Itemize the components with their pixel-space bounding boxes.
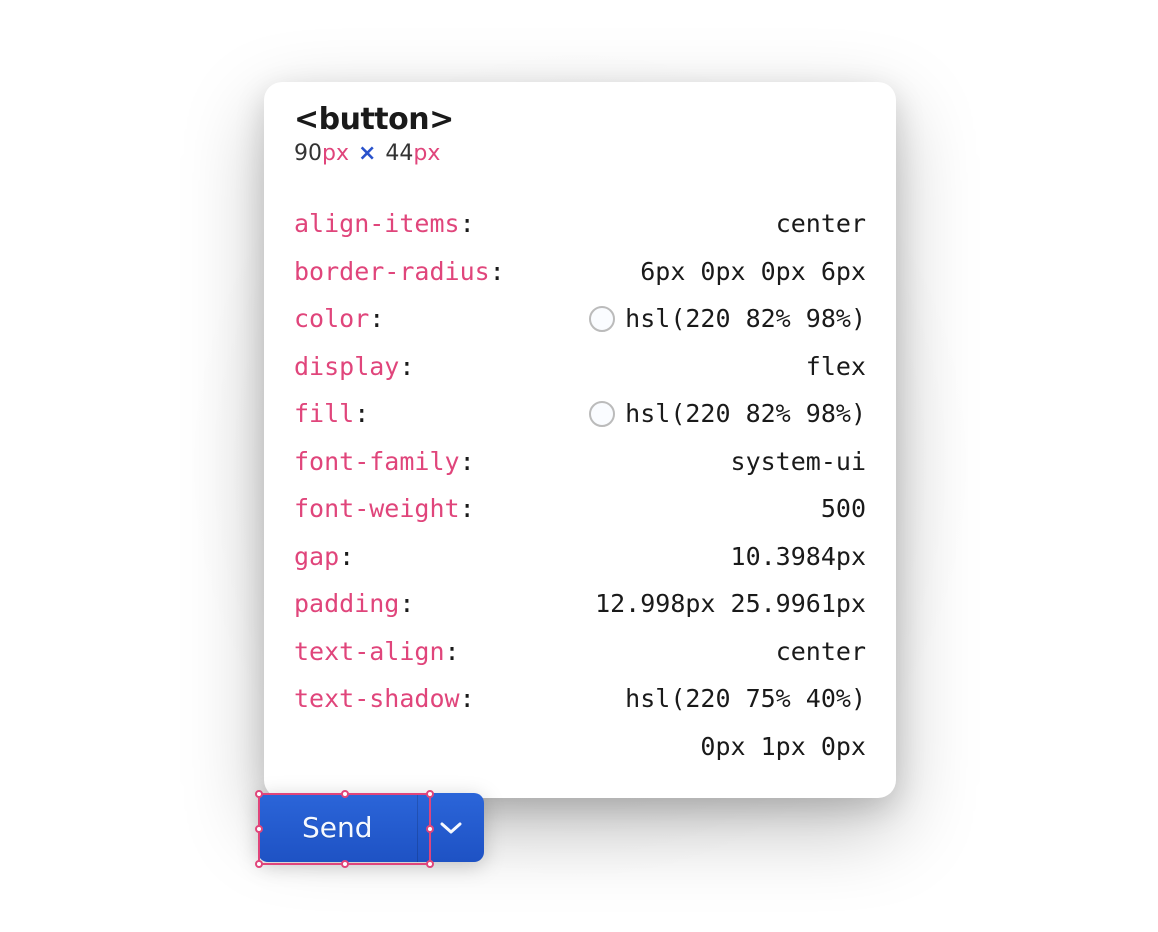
properties-list: align-items center border-radius 6px 0px… [294, 200, 866, 770]
prop-name: align-items [294, 200, 475, 248]
prop-value: flex [806, 343, 866, 391]
prop-row: text-shadow hsl(220 75% 40%) 0px 1px 0px [294, 675, 866, 770]
prop-value: 500 [821, 485, 866, 533]
dimension-separator: × [358, 141, 376, 166]
chevron-down-icon [440, 821, 462, 835]
prop-value: 6px 0px 0px 6px [640, 248, 866, 296]
send-button[interactable]: Send [258, 793, 417, 862]
prop-value-line1: hsl(220 75% 40%) [625, 675, 866, 723]
width-value: 90 [294, 141, 322, 166]
prop-name: display [294, 343, 414, 391]
prop-value-line2: 0px 1px 0px [700, 723, 866, 771]
color-swatch-icon [589, 306, 615, 332]
button-group: Send [258, 793, 484, 862]
prop-value: 10.3984px [731, 533, 866, 581]
prop-name: text-align [294, 628, 460, 676]
prop-value: system-ui [731, 438, 866, 486]
prop-row: align-items center [294, 200, 866, 248]
prop-name: font-weight [294, 485, 475, 533]
element-tag: <button> [294, 102, 866, 137]
prop-row: display flex [294, 343, 866, 391]
prop-row: padding 12.998px 25.9961px [294, 580, 866, 628]
prop-name: padding [294, 580, 414, 628]
prop-name: border-radius [294, 248, 505, 296]
prop-value: center [776, 628, 866, 676]
prop-value-text: hsl(220 82% 98%) [625, 390, 866, 438]
prop-row: fill hsl(220 82% 98%) [294, 390, 866, 438]
height-value: 44 [385, 141, 413, 166]
prop-value-text: hsl(220 82% 98%) [625, 295, 866, 343]
inspector-tooltip: <button> 90px × 44px align-items center … [264, 82, 896, 798]
prop-name: font-family [294, 438, 475, 486]
prop-row: border-radius 6px 0px 0px 6px [294, 248, 866, 296]
prop-value: hsl(220 82% 98%) [589, 295, 866, 343]
prop-value: hsl(220 82% 98%) [589, 390, 866, 438]
prop-row: font-weight 500 [294, 485, 866, 533]
element-dimensions: 90px × 44px [294, 141, 866, 166]
prop-name: gap [294, 533, 354, 581]
dropdown-button[interactable] [417, 793, 484, 862]
width-unit: px [322, 141, 349, 166]
color-swatch-icon [589, 401, 615, 427]
send-button-label: Send [302, 811, 373, 844]
prop-name: color [294, 295, 384, 343]
prop-row: color hsl(220 82% 98%) [294, 295, 866, 343]
height-unit: px [413, 141, 440, 166]
prop-value: 12.998px 25.9961px [595, 580, 866, 628]
prop-row: gap 10.3984px [294, 533, 866, 581]
prop-name: text-shadow [294, 675, 475, 723]
prop-value: hsl(220 75% 40%) 0px 1px 0px [625, 675, 866, 770]
prop-row: font-family system-ui [294, 438, 866, 486]
prop-name: fill [294, 390, 369, 438]
prop-value: center [776, 200, 866, 248]
prop-row: text-align center [294, 628, 866, 676]
